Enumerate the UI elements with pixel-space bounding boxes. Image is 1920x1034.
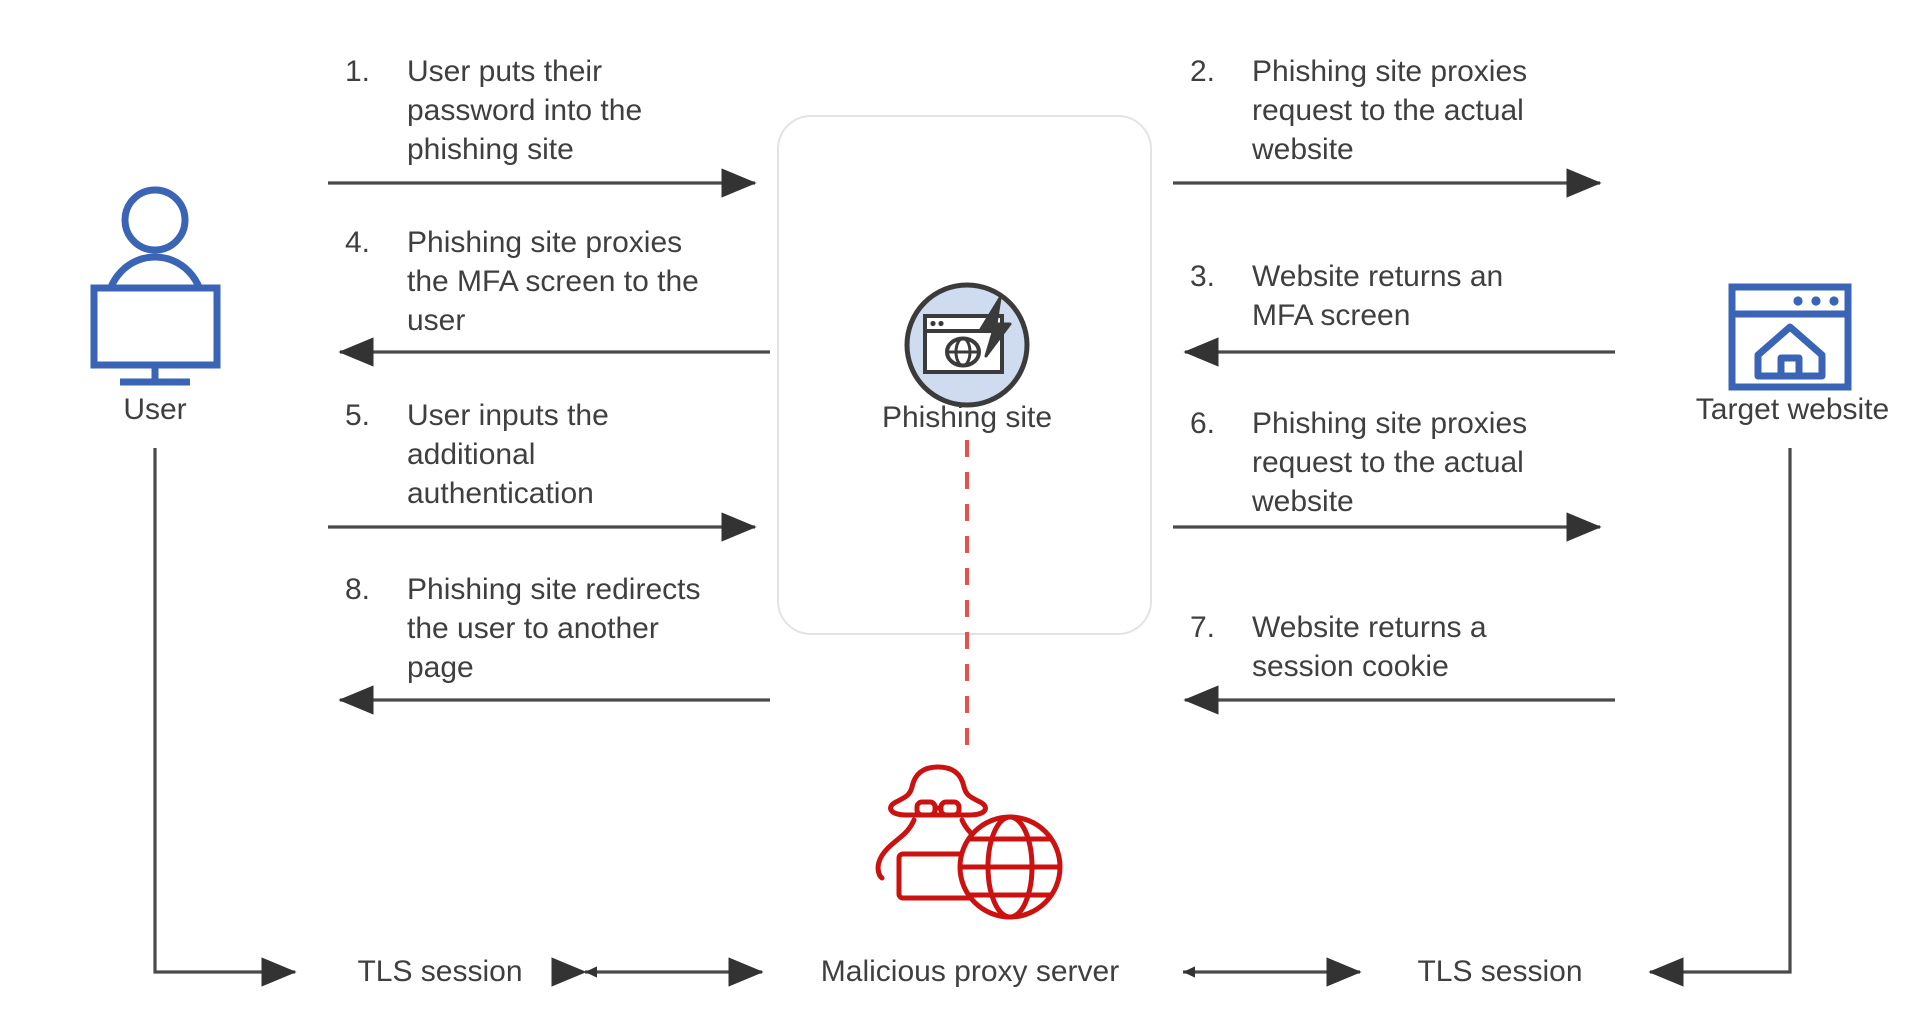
step-6-number: 6.: [1190, 407, 1216, 440]
step-3-number: 3.: [1190, 260, 1216, 293]
step-4-text: Phishing site proxies the MFA screen to …: [407, 226, 699, 337]
step-1-number: 1.: [345, 55, 371, 88]
step-3: 3. Website returns an MFA screen: [1190, 257, 1540, 335]
step-5: 5. User inputs the additional authentica…: [345, 396, 705, 513]
step-1: 1. User puts their password into the phi…: [345, 52, 705, 169]
hacker-laptop-globe-icon: [862, 762, 1082, 922]
tls-session-left-label: TLS session: [357, 955, 523, 988]
step-2: 2. Phishing site proxies request to the …: [1190, 52, 1555, 169]
user-tls-connector: [153, 448, 297, 987]
step-5-text: User inputs the additional authenticatio…: [407, 399, 609, 510]
step-7: 7. Website returns a session cookie: [1190, 608, 1540, 686]
step-1-text: User puts their password into the phishi…: [407, 55, 643, 166]
tls-session-right-label: TLS session: [1417, 955, 1583, 988]
tls-right-double-arrow: [1183, 957, 1362, 987]
user-label: User: [123, 393, 187, 426]
step-2-number: 2.: [1190, 55, 1216, 88]
target-tls-connector: [1648, 448, 1792, 987]
step-8-text: Phishing site redirects the user to anot…: [407, 573, 701, 684]
step-2-text: Phishing site proxies request to the act…: [1252, 55, 1528, 166]
step-8-number: 8.: [345, 573, 371, 606]
malicious-proxy-label: Malicious proxy server: [820, 955, 1120, 988]
step-7-number: 7.: [1190, 611, 1216, 644]
diagram-canvas: User Phishing site Target website Malici…: [0, 0, 1920, 1034]
step-3-text: Website returns an MFA screen: [1252, 260, 1504, 332]
phishing-site-label: Phishing site: [881, 401, 1053, 434]
user-monitor-icon: [88, 180, 223, 370]
step-7-text: Website returns a session cookie: [1252, 611, 1487, 683]
step-5-number: 5.: [345, 399, 371, 432]
browser-home-icon: [1727, 282, 1855, 392]
step-4: 4. Phishing site proxies the MFA screen …: [345, 223, 705, 340]
target-website-label: Target website: [1695, 393, 1890, 426]
step-8: 8. Phishing site redirects the user to a…: [345, 570, 710, 687]
step-4-number: 4.: [345, 226, 371, 259]
browser-bolt-globe-icon: [902, 280, 1032, 410]
step-6: 6. Phishing site proxies request to the …: [1190, 404, 1555, 521]
step-6-text: Phishing site proxies request to the act…: [1252, 407, 1528, 518]
tls-left-double-arrow: [551, 957, 764, 987]
